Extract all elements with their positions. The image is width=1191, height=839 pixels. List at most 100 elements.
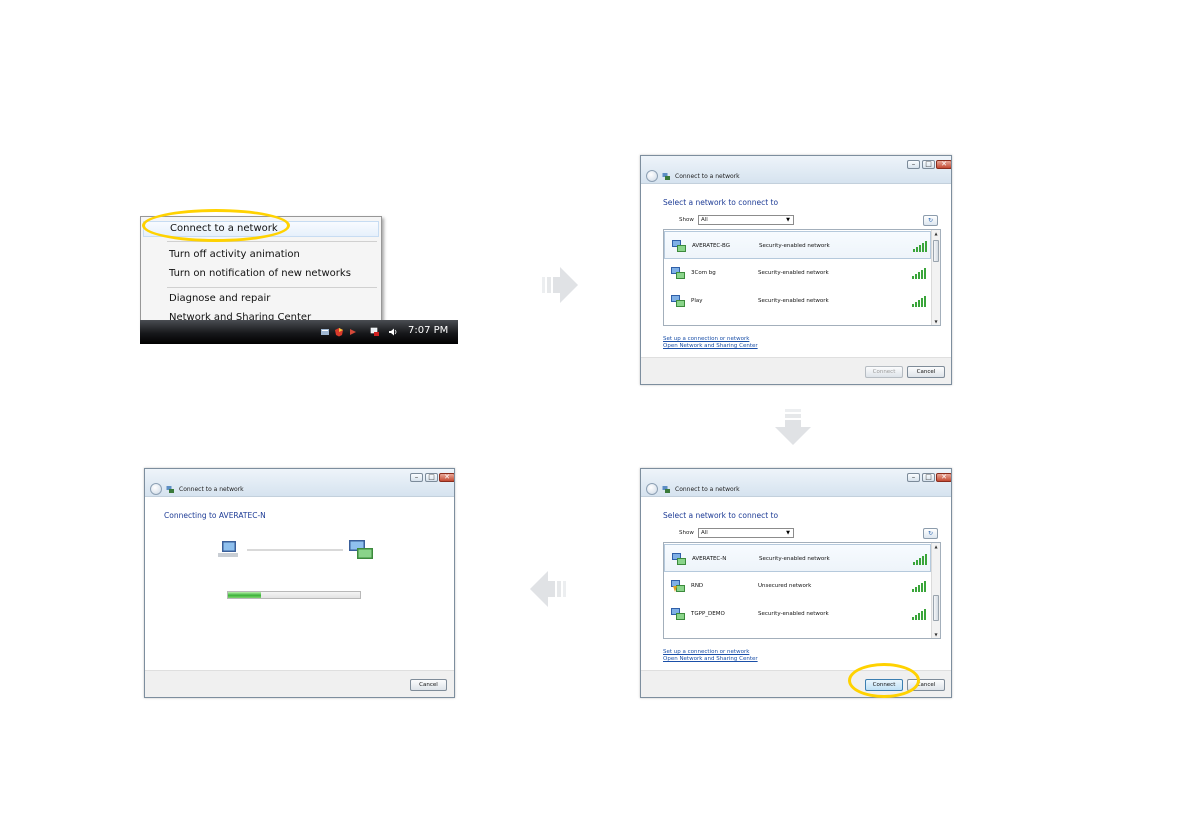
tray-clock[interactable]: 7:07 PM: [408, 325, 448, 336]
dialog-heading: Select a network to connect to: [663, 198, 779, 207]
list-scrollbar[interactable]: ▲ ▼: [931, 230, 940, 325]
security-shield-icon[interactable]: [334, 327, 344, 337]
scroll-up-icon[interactable]: ▲: [932, 544, 940, 549]
connecting-progress-bar: [227, 591, 361, 599]
scroll-down-icon[interactable]: ▼: [932, 319, 940, 324]
menu-item-turn-off-animation[interactable]: Turn off activity animation: [169, 248, 300, 262]
wireless-network-icon: [671, 295, 685, 307]
tray-app-icon[interactable]: [320, 327, 330, 337]
network-row[interactable]: Play Security-enabled network: [664, 287, 931, 315]
arrow-down-icon: [775, 409, 811, 445]
signal-strength-icon: [913, 554, 927, 565]
minimize-button[interactable]: –: [410, 473, 423, 482]
connecting-dialog: – □ ✕ Connect to a network Connecting to…: [144, 468, 455, 698]
network-security: Security-enabled network: [759, 556, 830, 562]
scroll-down-icon[interactable]: ▼: [932, 632, 940, 637]
network-row[interactable]: TGPP_DEMO Security-enabled network: [664, 600, 931, 628]
menu-separator: [167, 287, 377, 288]
dialog-heading: Select a network to connect to: [663, 511, 779, 520]
minimize-button[interactable]: –: [907, 160, 920, 169]
open-sharing-center-link[interactable]: Open Network and Sharing Center: [663, 343, 758, 349]
setup-connection-link[interactable]: Set up a connection or network: [663, 649, 749, 655]
list-scrollbar[interactable]: ▲ ▼: [931, 543, 940, 638]
minimize-button[interactable]: –: [907, 473, 920, 482]
network-list: AVERATEC-N Security-enabled network RND …: [663, 542, 941, 639]
show-filter-value: All: [701, 530, 708, 536]
network-list: AVERATEC-BG Security-enabled network 3Co…: [663, 229, 941, 326]
network-icon: [662, 486, 670, 493]
scroll-up-icon[interactable]: ▲: [932, 231, 940, 236]
network-context-menu: Connect to a network Turn off activity a…: [140, 216, 382, 329]
close-button[interactable]: ✕: [439, 473, 454, 482]
dialog-footer: Cancel: [145, 670, 454, 697]
network-security: Security-enabled network: [758, 270, 829, 276]
computer-icon: [218, 541, 238, 557]
back-button[interactable]: [646, 483, 658, 495]
menu-item-connect-to-network[interactable]: Connect to a network: [143, 221, 379, 237]
scroll-thumb[interactable]: [933, 240, 939, 262]
volume-icon[interactable]: [388, 327, 398, 337]
show-label: Show: [679, 217, 694, 223]
network-name: 3Com bg: [691, 270, 716, 276]
back-button[interactable]: [150, 483, 162, 495]
arrow-left-icon: [530, 571, 566, 607]
network-icon: [166, 486, 174, 493]
network-row[interactable]: 3Com bg Security-enabled network: [664, 259, 931, 287]
tray-alert-icon[interactable]: [348, 327, 358, 337]
network-security: Unsecured network: [758, 583, 812, 589]
scroll-thumb[interactable]: [933, 595, 939, 621]
cancel-button[interactable]: Cancel: [410, 679, 447, 691]
network-name: Play: [691, 298, 703, 304]
maximize-button[interactable]: □: [922, 473, 935, 482]
arrow-right-icon: [542, 267, 578, 303]
dialog-title-bar: – □ ✕ Connect to a network: [641, 156, 951, 184]
network-icon: [349, 540, 373, 559]
wireless-network-icon: [672, 240, 686, 252]
show-filter-select[interactable]: All ▼: [698, 528, 794, 538]
open-sharing-center-link[interactable]: Open Network and Sharing Center: [663, 656, 758, 662]
network-name: AVERATEC-BG: [692, 243, 730, 249]
refresh-button[interactable]: ↻: [923, 215, 938, 226]
tray-menu-panel: Connect to a network Turn off activity a…: [140, 216, 458, 344]
menu-item-diagnose-and-repair[interactable]: Diagnose and repair: [169, 292, 270, 306]
maximize-button[interactable]: □: [922, 160, 935, 169]
network-icon: [662, 173, 670, 180]
signal-strength-icon: [912, 268, 926, 279]
close-button[interactable]: ✕: [936, 473, 951, 482]
network-security: Security-enabled network: [758, 298, 829, 304]
dialog-title: Connect to a network: [179, 486, 244, 493]
maximize-button[interactable]: □: [425, 473, 438, 482]
signal-strength-icon: [912, 609, 926, 620]
back-button[interactable]: [646, 170, 658, 182]
network-security: Security-enabled network: [759, 243, 830, 249]
dialog-title-bar: – □ ✕ Connect to a network: [641, 469, 951, 497]
wireless-network-icon: [672, 553, 686, 565]
network-name: RND: [691, 583, 704, 589]
menu-separator: [167, 241, 377, 242]
progress-fill: [228, 592, 261, 598]
chevron-down-icon: ▼: [786, 217, 790, 223]
unsecured-network-icon: [671, 580, 685, 592]
cancel-button[interactable]: Cancel: [907, 366, 945, 378]
wireless-network-icon: [671, 608, 685, 620]
connect-button[interactable]: Connect: [865, 679, 903, 691]
setup-connection-link[interactable]: Set up a connection or network: [663, 336, 749, 342]
show-filter-select[interactable]: All ▼: [698, 215, 794, 225]
dialog-title: Connect to a network: [675, 486, 740, 493]
network-name: AVERATEC-N: [692, 556, 727, 562]
cancel-button[interactable]: Cancel: [907, 679, 945, 691]
connect-dialog-selected: – □ ✕ Connect to a network Select a netw…: [640, 468, 952, 698]
network-name: TGPP_DEMO: [691, 611, 725, 617]
network-row-selected[interactable]: AVERATEC-N Security-enabled network: [664, 544, 931, 572]
signal-strength-icon: [912, 296, 926, 307]
dialog-title: Connect to a network: [675, 173, 740, 180]
connect-button[interactable]: Connect: [865, 366, 903, 378]
dialog-footer: Connect Cancel: [641, 357, 951, 384]
network-row[interactable]: AVERATEC-BG Security-enabled network: [664, 231, 931, 259]
network-row[interactable]: RND Unsecured network: [664, 572, 931, 600]
connecting-heading: Connecting to AVERATEC-N: [164, 511, 266, 520]
close-button[interactable]: ✕: [936, 160, 951, 169]
refresh-button[interactable]: ↻: [923, 528, 938, 539]
network-tray-icon[interactable]: [370, 327, 380, 337]
menu-item-turn-on-notification[interactable]: Turn on notification of new networks: [169, 267, 351, 281]
